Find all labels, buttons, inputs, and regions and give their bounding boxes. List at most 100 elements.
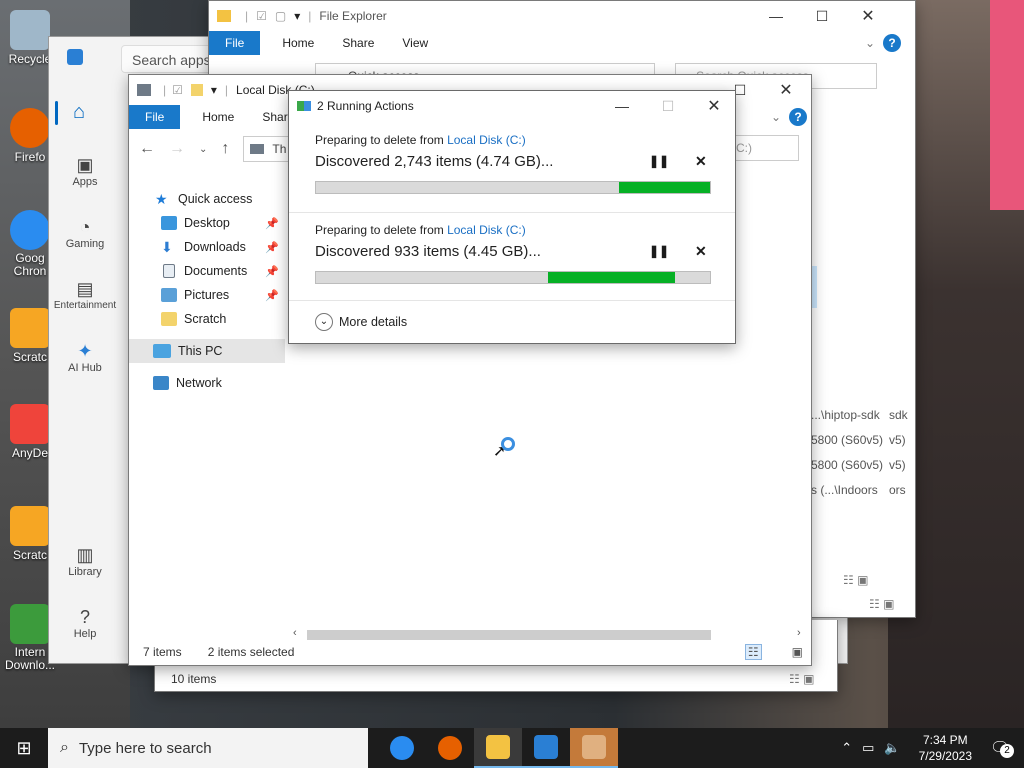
up-button[interactable]: ↑ — [221, 140, 229, 158]
nav-active-indicator — [55, 101, 58, 125]
chevron-down-icon[interactable]: ▾ — [294, 9, 300, 23]
cancel-action-button[interactable]: ✕ — [695, 153, 707, 170]
volume-icon[interactable]: 🔈 — [884, 740, 900, 756]
chevron-up-icon[interactable]: ⌃ — [841, 740, 852, 756]
ribbon-tab-file[interactable]: File — [209, 31, 261, 55]
maximize-button: ☐ — [661, 97, 675, 114]
new-folder-icon[interactable] — [190, 84, 203, 96]
list-item[interactable]: ...\hiptop-sdk — [811, 403, 887, 428]
ribbon-tab-home[interactable]: Home — [268, 36, 328, 50]
pause-button[interactable]: ❚❚ — [649, 154, 669, 168]
ribbon-tab-file[interactable]: File — [129, 105, 181, 129]
close-button[interactable]: ✕ — [691, 91, 737, 121]
action-headline: Discovered 2,743 items (4.74 GB)... — [315, 153, 554, 170]
help-icon[interactable]: ? — [789, 108, 807, 126]
recycle-bin-icon — [10, 10, 50, 50]
network-icon[interactable]: ▭ — [862, 740, 874, 756]
folder-icon — [217, 10, 231, 22]
tree-item-scratch[interactable]: Scratch — [129, 307, 287, 331]
tree-item-downloads[interactable]: ⬇ Downloads 📌 — [129, 235, 287, 259]
apps-icon: ▣ — [76, 155, 94, 175]
pin-icon: 📌 — [265, 217, 279, 230]
more-details-button[interactable]: ⌄ More details — [315, 313, 407, 331]
progress-fill — [548, 272, 675, 283]
ribbon-tab-view[interactable]: View — [388, 36, 442, 50]
taskbar-file-explorer[interactable] — [474, 728, 522, 768]
large-icons-view-button[interactable]: ▣ — [792, 645, 803, 659]
location-link[interactable]: Local Disk (C:) — [447, 133, 526, 147]
help-icon[interactable]: ? — [883, 34, 901, 52]
chevron-down-icon[interactable]: ⌄ — [771, 110, 781, 124]
firefox-icon — [438, 736, 462, 760]
start-button[interactable]: ⊞ — [0, 728, 48, 768]
search-input[interactable]: C:) — [729, 135, 799, 161]
taskbar-chrome[interactable] — [378, 728, 426, 768]
scratch-icon — [10, 506, 50, 546]
scroll-right-arrow-icon[interactable]: › — [797, 627, 801, 639]
clock-date: 7/29/2023 — [918, 749, 972, 763]
status-selection: 2 items selected — [207, 645, 295, 659]
forward-button[interactable]: → — [169, 140, 185, 158]
scroll-left-arrow-icon[interactable]: ‹ — [293, 627, 297, 639]
file-explorer-icon — [486, 735, 510, 759]
details-view-button[interactable]: ☷ — [744, 644, 762, 660]
close-button[interactable]: ✕ — [845, 1, 891, 31]
taskbar-store[interactable] — [522, 728, 570, 768]
store-icon — [534, 735, 558, 759]
list-item[interactable]: s (...\Indoors — [811, 478, 887, 503]
list-item[interactable]: 5800 (S60v5) — [811, 453, 887, 478]
clock[interactable]: 7:34 PM 7/29/2023 — [919, 732, 972, 764]
location-link[interactable]: Local Disk (C:) — [447, 223, 526, 237]
nav-entertainment[interactable]: ▤ Entertainment — [49, 279, 121, 311]
tree-item-this-pc[interactable]: This PC — [129, 339, 285, 363]
minimize-button[interactable]: — — [599, 91, 645, 121]
large-icons-view-icon[interactable]: ☷ ▣ — [869, 597, 894, 611]
chevron-down-icon[interactable]: ⌄ — [865, 36, 875, 50]
properties-icon[interactable]: ☑ — [172, 83, 183, 97]
new-folder-icon[interactable]: ▢ — [275, 9, 286, 23]
help-icon: ? — [79, 607, 90, 627]
ribbon-tab-share[interactable]: Share — [328, 36, 388, 50]
status-bar: 7 items 2 items selected ☷ ▣ — [129, 639, 811, 665]
copy-progress-icon — [297, 101, 311, 111]
nav-help[interactable]: ? Help — [49, 607, 121, 640]
back-button[interactable]: ← — [139, 140, 155, 158]
cancel-action-button[interactable]: ✕ — [695, 243, 707, 260]
recent-locations-button[interactable]: ⌄ — [199, 144, 207, 155]
nav-apps[interactable]: ▣ Apps — [49, 155, 121, 188]
gamepad-icon: ◔ — [79, 217, 91, 237]
nav-gaming[interactable]: ◔ Gaming — [49, 217, 121, 250]
properties-icon[interactable]: ☑ — [256, 9, 267, 23]
details-view-icon[interactable]: ☷ ▣ — [843, 573, 868, 587]
pin-icon: 📌 — [265, 289, 279, 302]
progress-bar — [315, 271, 711, 284]
notification-button[interactable]: 🗨 2 — [990, 738, 1018, 758]
wallpaper-detail — [990, 0, 1024, 210]
tree-item-documents[interactable]: Documents 📌 — [129, 259, 287, 283]
tree-item-network[interactable]: Network — [129, 371, 287, 395]
tree-item-quick-access[interactable]: ★ Quick access — [129, 187, 287, 211]
nav-library[interactable]: ▥ Library — [49, 545, 121, 578]
pause-button[interactable]: ❚❚ — [649, 244, 669, 258]
minimize-button[interactable]: — — [753, 1, 799, 31]
pictures-icon — [161, 288, 177, 302]
pin-icon: 📌 — [265, 241, 279, 254]
taskbar-search-box[interactable]: ⌕ Type here to search — [48, 728, 368, 768]
progress-dialog[interactable]: 2 Running Actions — ☐ ✕ Preparing to del… — [288, 90, 736, 344]
view-toggle-icon[interactable]: ☷ ▣ — [789, 672, 814, 686]
home-icon[interactable]: ⌂ — [73, 101, 85, 124]
chevron-down-icon: ⌄ — [315, 313, 333, 331]
taskbar-app[interactable] — [570, 728, 618, 768]
close-button[interactable]: ✕ — [763, 75, 809, 105]
chevron-down-icon[interactable]: ▾ — [211, 83, 217, 97]
list-item[interactable]: 5800 (S60v5) — [811, 428, 887, 453]
nav-ai-hub[interactable]: ✦ AI Hub — [49, 341, 121, 374]
maximize-button[interactable]: ☐ — [799, 1, 845, 31]
ribbon: File Home Share View ⌄ ? — [209, 31, 915, 55]
ribbon-tab-home[interactable]: Home — [188, 110, 248, 124]
windows-icon: ⊞ — [16, 737, 32, 758]
download-arrow-icon: ⬇ — [161, 239, 173, 255]
taskbar-firefox[interactable] — [426, 728, 474, 768]
tree-item-desktop[interactable]: Desktop 📌 — [129, 211, 287, 235]
tree-item-pictures[interactable]: Pictures 📌 — [129, 283, 287, 307]
